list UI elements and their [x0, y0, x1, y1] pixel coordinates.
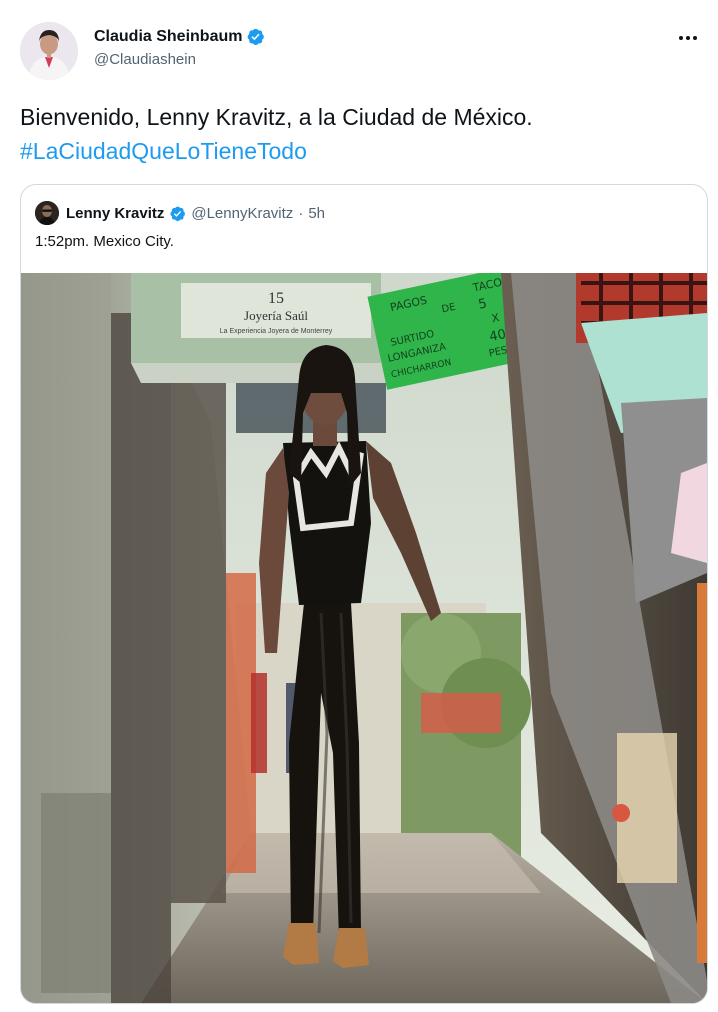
verified-badge-icon [248, 28, 265, 45]
quoted-author-handle[interactable]: @LennyKravitz [191, 205, 293, 222]
quoted-tweet-header: Lenny Kravitz @LennyKravitz · 5h [35, 201, 325, 225]
quoted-tweet-text: 1:52pm. Mexico City. [35, 233, 174, 250]
more-options-icon[interactable] [672, 26, 704, 50]
more-dot [679, 36, 683, 40]
more-dot [693, 36, 697, 40]
author-avatar[interactable] [20, 22, 78, 80]
shop-subtitle: La Experiencia Joyera de Monterrey [220, 328, 333, 335]
photo-boot [283, 923, 319, 965]
author-info: Claudia Sheinbaum @Claudiashein [94, 27, 265, 68]
hashtag-link[interactable]: #LaCiudadQueLoTieneTodo [20, 134, 700, 168]
quoted-tweet-photo[interactable]: 15 Joyería Saúl La Experiencia Joyera de… [21, 273, 707, 1003]
photo-boot [333, 928, 369, 968]
quoted-author-avatar[interactable] [35, 201, 59, 225]
shop-number: 15 [268, 290, 284, 307]
shop-name: Joyería Saúl [244, 308, 308, 323]
tweet-text-line: Bienvenido, Lenny Kravitz, a la Ciudad d… [20, 104, 533, 130]
quoted-avatar-image [35, 201, 59, 225]
author-avatar-image [20, 22, 78, 80]
quoted-tweet[interactable]: Lenny Kravitz @LennyKravitz · 5h 1:52pm.… [20, 184, 708, 1004]
verified-badge-icon [170, 206, 186, 221]
more-dot [686, 36, 690, 40]
tweet-text: Bienvenido, Lenny Kravitz, a la Ciudad d… [20, 100, 700, 168]
author-handle[interactable]: @Claudiashein [94, 51, 265, 68]
quoted-author-name[interactable]: Lenny Kravitz [66, 205, 164, 222]
tweet-card[interactable]: Claudia Sheinbaum @Claudiashein Bienveni… [0, 0, 718, 1012]
meta-separator: · [298, 204, 304, 222]
quoted-timestamp[interactable]: 5h [308, 205, 325, 222]
author-name[interactable]: Claudia Sheinbaum [94, 28, 242, 46]
